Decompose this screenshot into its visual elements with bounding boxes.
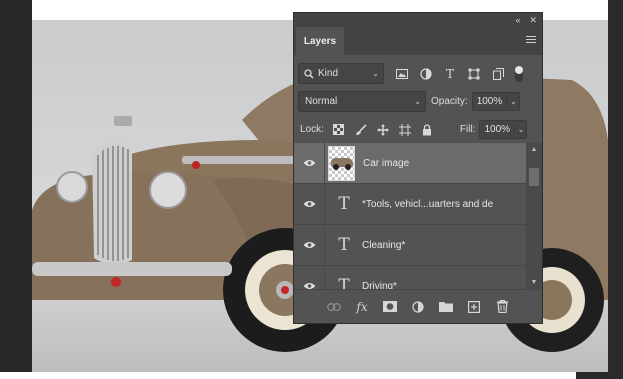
fill-input[interactable]: 100% ⌄ [479,120,528,139]
document-bottom-margin [0,372,576,379]
blend-mode-value: Normal [305,96,338,107]
lock-image-pixels-icon[interactable] [354,123,368,137]
opacity-value: 100% [476,96,503,107]
kind-filter-select[interactable]: Kind ⌄ [298,63,384,84]
layer-mask-icon[interactable] [381,298,399,316]
shape-filter-icon[interactable] [467,67,481,81]
layer-divider [324,183,325,225]
image-filter-icon[interactable] [395,67,409,81]
layer-row-text[interactable]: T Driving* [294,265,526,290]
scroll-up-icon[interactable]: ▲ [526,146,542,153]
link-layers-icon[interactable] [325,298,343,316]
kind-filter-label: Kind [318,68,339,79]
visibility-eye-icon[interactable] [294,159,324,167]
adjustment-layer-icon[interactable] [409,298,427,316]
type-layer-icon: T [338,194,350,214]
smart-object-filter-icon[interactable] [491,67,505,81]
chevron-down-icon: ⌄ [372,69,379,78]
blend-row: Normal ⌄ Opacity: 100% ⌄ [298,91,520,112]
opacity-label: Opacity: [431,96,468,107]
visibility-eye-icon[interactable] [294,282,324,289]
chevron-down-icon: ⌄ [414,97,421,106]
chevron-down-icon[interactable]: ⌄ [513,125,524,134]
layer-name: Cleaning* [362,239,406,251]
layer-thumbnail [328,145,355,181]
layers-panel: « ✕ Layers Kind ⌄ T Normal ⌄ Opacity: 10… [293,12,543,324]
layer-divider [324,143,325,184]
type-layer-icon: T [338,235,350,255]
layer-row-text[interactable]: T Cleaning* [294,224,526,266]
fill-label: Fill: [459,124,476,135]
new-group-icon[interactable] [437,298,455,316]
type-layer-icon: T [338,276,350,289]
opacity-input[interactable]: 100% ⌄ [471,92,520,111]
layer-row-car-image[interactable]: Car image [294,143,526,184]
lock-transparent-pixels-icon[interactable] [332,123,346,137]
chevron-down-icon[interactable]: ⌄ [505,97,517,106]
scroll-down-icon[interactable]: ▼ [526,279,542,286]
lock-artboard-icon[interactable] [398,123,412,137]
layers-bottom-toolbar: fx [294,289,542,323]
layer-name: Driving* [362,280,398,290]
filter-toggle-icon[interactable] [515,65,523,82]
filter-row: Kind ⌄ T [298,63,523,84]
layer-name: Car image [363,157,410,169]
adjustment-filter-icon[interactable] [419,67,433,81]
fx-icon[interactable]: fx [353,298,371,316]
panel-tab-bar: Layers [294,27,542,55]
close-panel-icon[interactable]: ✕ [529,15,537,26]
lock-position-icon[interactable] [376,123,390,137]
panel-header-strip: « ✕ [294,13,542,27]
delete-layer-icon[interactable] [493,298,511,316]
layers-scrollbar[interactable]: ▲ ▼ [526,143,542,289]
new-layer-icon[interactable] [465,298,483,316]
visibility-eye-icon[interactable] [294,200,324,208]
tab-layers[interactable]: Layers [296,27,344,55]
collapse-panel-icon[interactable]: « [515,15,520,25]
lock-row: Lock: Fill: 100% ⌄ [300,120,528,139]
blend-mode-select[interactable]: Normal ⌄ [298,91,426,112]
search-icon [304,68,314,79]
layer-divider [324,224,325,266]
scroll-thumb[interactable] [529,168,539,186]
visibility-eye-icon[interactable] [294,241,324,249]
layer-name: *Tools, vehicl...uarters and de [362,198,494,210]
layers-list: Car image T *Tools, vehicl...uarters and… [294,143,526,289]
lock-all-icon[interactable] [420,123,434,137]
layer-divider [324,265,325,289]
panel-menu-icon[interactable] [526,36,536,45]
canvas-gutter [608,0,623,379]
type-filter-icon[interactable]: T [443,67,457,81]
layer-row-text[interactable]: T *Tools, vehicl...uarters and de [294,183,526,225]
lock-label: Lock: [300,124,324,135]
fill-value: 100% [484,124,511,135]
